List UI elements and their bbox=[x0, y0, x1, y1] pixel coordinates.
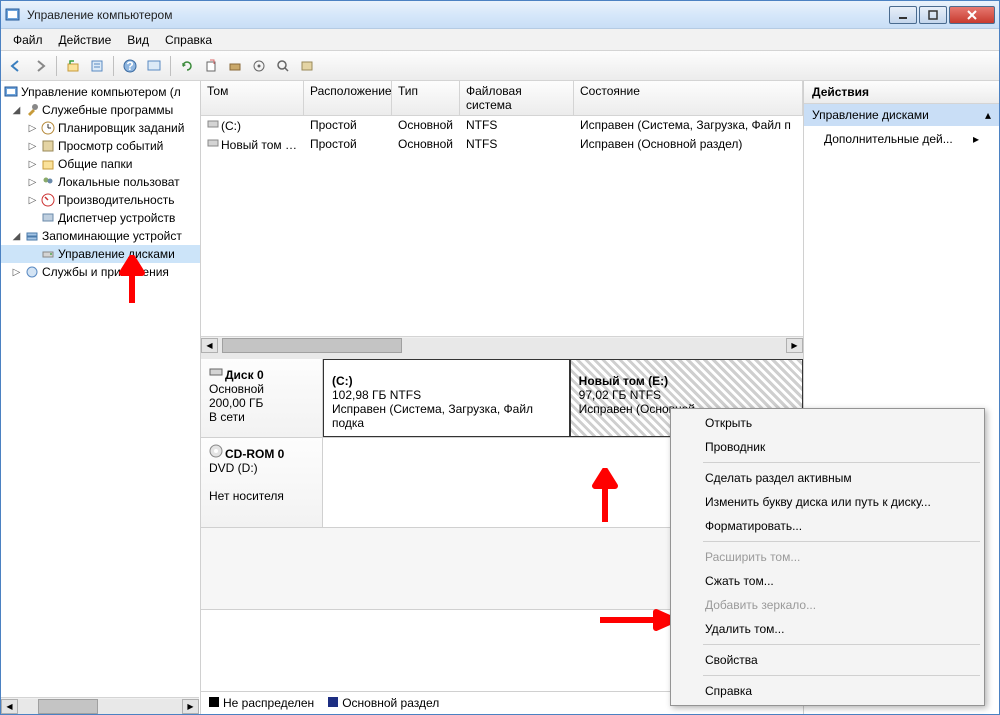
services-icon bbox=[24, 264, 40, 280]
collapse-icon: ▴ bbox=[985, 108, 991, 122]
tree-device-manager[interactable]: Диспетчер устройств bbox=[1, 209, 200, 227]
tree-root[interactable]: Управление компьютером (л bbox=[1, 83, 200, 101]
help-icon[interactable]: ? bbox=[119, 55, 141, 77]
ctx-properties[interactable]: Свойства bbox=[673, 648, 982, 672]
users-icon bbox=[40, 174, 56, 190]
settings-icon[interactable] bbox=[224, 55, 246, 77]
expand-icon[interactable]: ▷ bbox=[27, 159, 38, 170]
ctx-change-letter[interactable]: Изменить букву диска или путь к диску... bbox=[673, 490, 982, 514]
table-header: Том Расположение Тип Файловая система Со… bbox=[201, 81, 803, 116]
window-controls bbox=[889, 6, 995, 24]
misc-icon[interactable] bbox=[296, 55, 318, 77]
col-status[interactable]: Состояние bbox=[574, 81, 803, 115]
expand-icon[interactable]: ▷ bbox=[11, 267, 22, 278]
tree-task-scheduler[interactable]: ▷Планировщик заданий bbox=[1, 119, 200, 137]
maximize-button[interactable] bbox=[919, 6, 947, 24]
col-type[interactable]: Тип bbox=[392, 81, 460, 115]
ctx-mirror: Добавить зеркало... bbox=[673, 593, 982, 617]
volumes-table: Том Расположение Тип Файловая система Со… bbox=[201, 81, 803, 359]
partition-c[interactable]: (C:) 102,98 ГБ NTFS Исправен (Система, З… bbox=[323, 359, 570, 437]
tree-disk-management[interactable]: Управление дисками bbox=[1, 245, 200, 263]
tools-icon bbox=[24, 102, 40, 118]
expand-icon[interactable]: ▷ bbox=[27, 195, 38, 206]
tree-scrollbar[interactable]: ◀ ▶ bbox=[1, 697, 199, 714]
actions-section[interactable]: Управление дисками ▴ bbox=[804, 104, 999, 126]
action-icon[interactable] bbox=[248, 55, 270, 77]
scroll-right-icon[interactable]: ▶ bbox=[786, 338, 803, 353]
col-volume[interactable]: Том bbox=[201, 81, 304, 115]
chevron-right-icon: ▸ bbox=[973, 132, 979, 146]
tree-shared-folders[interactable]: ▷Общие папки bbox=[1, 155, 200, 173]
ctx-open[interactable]: Открыть bbox=[673, 411, 982, 435]
table-body: (C:) Простой Основной NTFS Исправен (Сис… bbox=[201, 116, 803, 336]
device-icon bbox=[40, 210, 56, 226]
ctx-make-active[interactable]: Сделать раздел активным bbox=[673, 466, 982, 490]
performance-icon bbox=[40, 192, 56, 208]
tree-users[interactable]: ▷Локальные пользоват bbox=[1, 173, 200, 191]
computer-icon bbox=[3, 84, 19, 100]
tree-system-tools[interactable]: ◢ Служебные программы bbox=[1, 101, 200, 119]
scroll-left-icon[interactable]: ◀ bbox=[201, 338, 218, 353]
ctx-shrink[interactable]: Сжать том... bbox=[673, 569, 982, 593]
properties-icon[interactable] bbox=[86, 55, 108, 77]
scroll-right-icon[interactable]: ▶ bbox=[182, 699, 199, 714]
legend-unallocated: Не распределен bbox=[209, 696, 314, 710]
find-icon[interactable] bbox=[272, 55, 294, 77]
ctx-extend: Расширить том... bbox=[673, 545, 982, 569]
back-button[interactable] bbox=[5, 55, 27, 77]
svg-text:?: ? bbox=[126, 59, 133, 73]
minimize-button[interactable] bbox=[889, 6, 917, 24]
menu-help[interactable]: Справка bbox=[157, 31, 220, 49]
titlebar: Управление компьютером bbox=[1, 1, 999, 29]
disk-icon bbox=[40, 246, 56, 262]
toolbar: ? bbox=[1, 51, 999, 81]
up-button[interactable] bbox=[62, 55, 84, 77]
expand-icon[interactable]: ▷ bbox=[27, 177, 38, 188]
disk-info[interactable]: CD-ROM 0 DVD (D:) Нет носителя bbox=[201, 438, 323, 527]
storage-icon bbox=[24, 228, 40, 244]
clock-icon bbox=[40, 120, 56, 136]
view-icon[interactable] bbox=[143, 55, 165, 77]
volumes-scrollbar[interactable]: ◀ ▶ bbox=[201, 336, 803, 353]
collapse-icon[interactable]: ◢ bbox=[11, 105, 22, 116]
tree-performance[interactable]: ▷Производительность bbox=[1, 191, 200, 209]
tree-services[interactable]: ▷ Службы и приложения bbox=[1, 263, 200, 281]
menu-file[interactable]: Файл bbox=[5, 31, 51, 49]
scroll-left-icon[interactable]: ◀ bbox=[1, 699, 18, 714]
ctx-explorer[interactable]: Проводник bbox=[673, 435, 982, 459]
ctx-help[interactable]: Справка bbox=[673, 679, 982, 703]
actions-header: Действия bbox=[804, 81, 999, 104]
collapse-icon[interactable]: ◢ bbox=[11, 231, 22, 242]
legend-primary: Основной раздел bbox=[328, 696, 439, 710]
expand-icon[interactable]: ▷ bbox=[27, 123, 38, 134]
context-menu: Открыть Проводник Сделать раздел активны… bbox=[670, 408, 985, 706]
ctx-delete-volume[interactable]: Удалить том... bbox=[673, 617, 982, 641]
app-icon bbox=[5, 7, 21, 23]
export-icon[interactable] bbox=[200, 55, 222, 77]
col-filesystem[interactable]: Файловая система bbox=[460, 81, 574, 115]
menu-action[interactable]: Действие bbox=[51, 31, 120, 49]
folder-icon bbox=[40, 156, 56, 172]
menu-view[interactable]: Вид bbox=[119, 31, 157, 49]
forward-button[interactable] bbox=[29, 55, 51, 77]
window-title: Управление компьютером bbox=[27, 8, 889, 22]
tree-storage[interactable]: ◢ Запоминающие устройст bbox=[1, 227, 200, 245]
refresh-icon[interactable] bbox=[176, 55, 198, 77]
disk-info[interactable]: Диск 0 Основной 200,00 ГБ В сети bbox=[201, 359, 323, 437]
table-row[interactable]: (C:) Простой Основной NTFS Исправен (Сис… bbox=[201, 116, 803, 135]
col-layout[interactable]: Расположение bbox=[304, 81, 392, 115]
actions-more[interactable]: Дополнительные дей... ▸ bbox=[804, 126, 999, 152]
table-row[interactable]: Новый том (E:) Простой Основной NTFS Исп… bbox=[201, 135, 803, 154]
tree-event-viewer[interactable]: ▷Просмотр событий bbox=[1, 137, 200, 155]
expand-icon[interactable]: ▷ bbox=[27, 141, 38, 152]
ctx-format[interactable]: Форматировать... bbox=[673, 514, 982, 538]
menubar: Файл Действие Вид Справка bbox=[1, 29, 999, 51]
tree-panel: Управление компьютером (л ◢ Служебные пр… bbox=[1, 81, 201, 714]
events-icon bbox=[40, 138, 56, 154]
close-button[interactable] bbox=[949, 6, 995, 24]
